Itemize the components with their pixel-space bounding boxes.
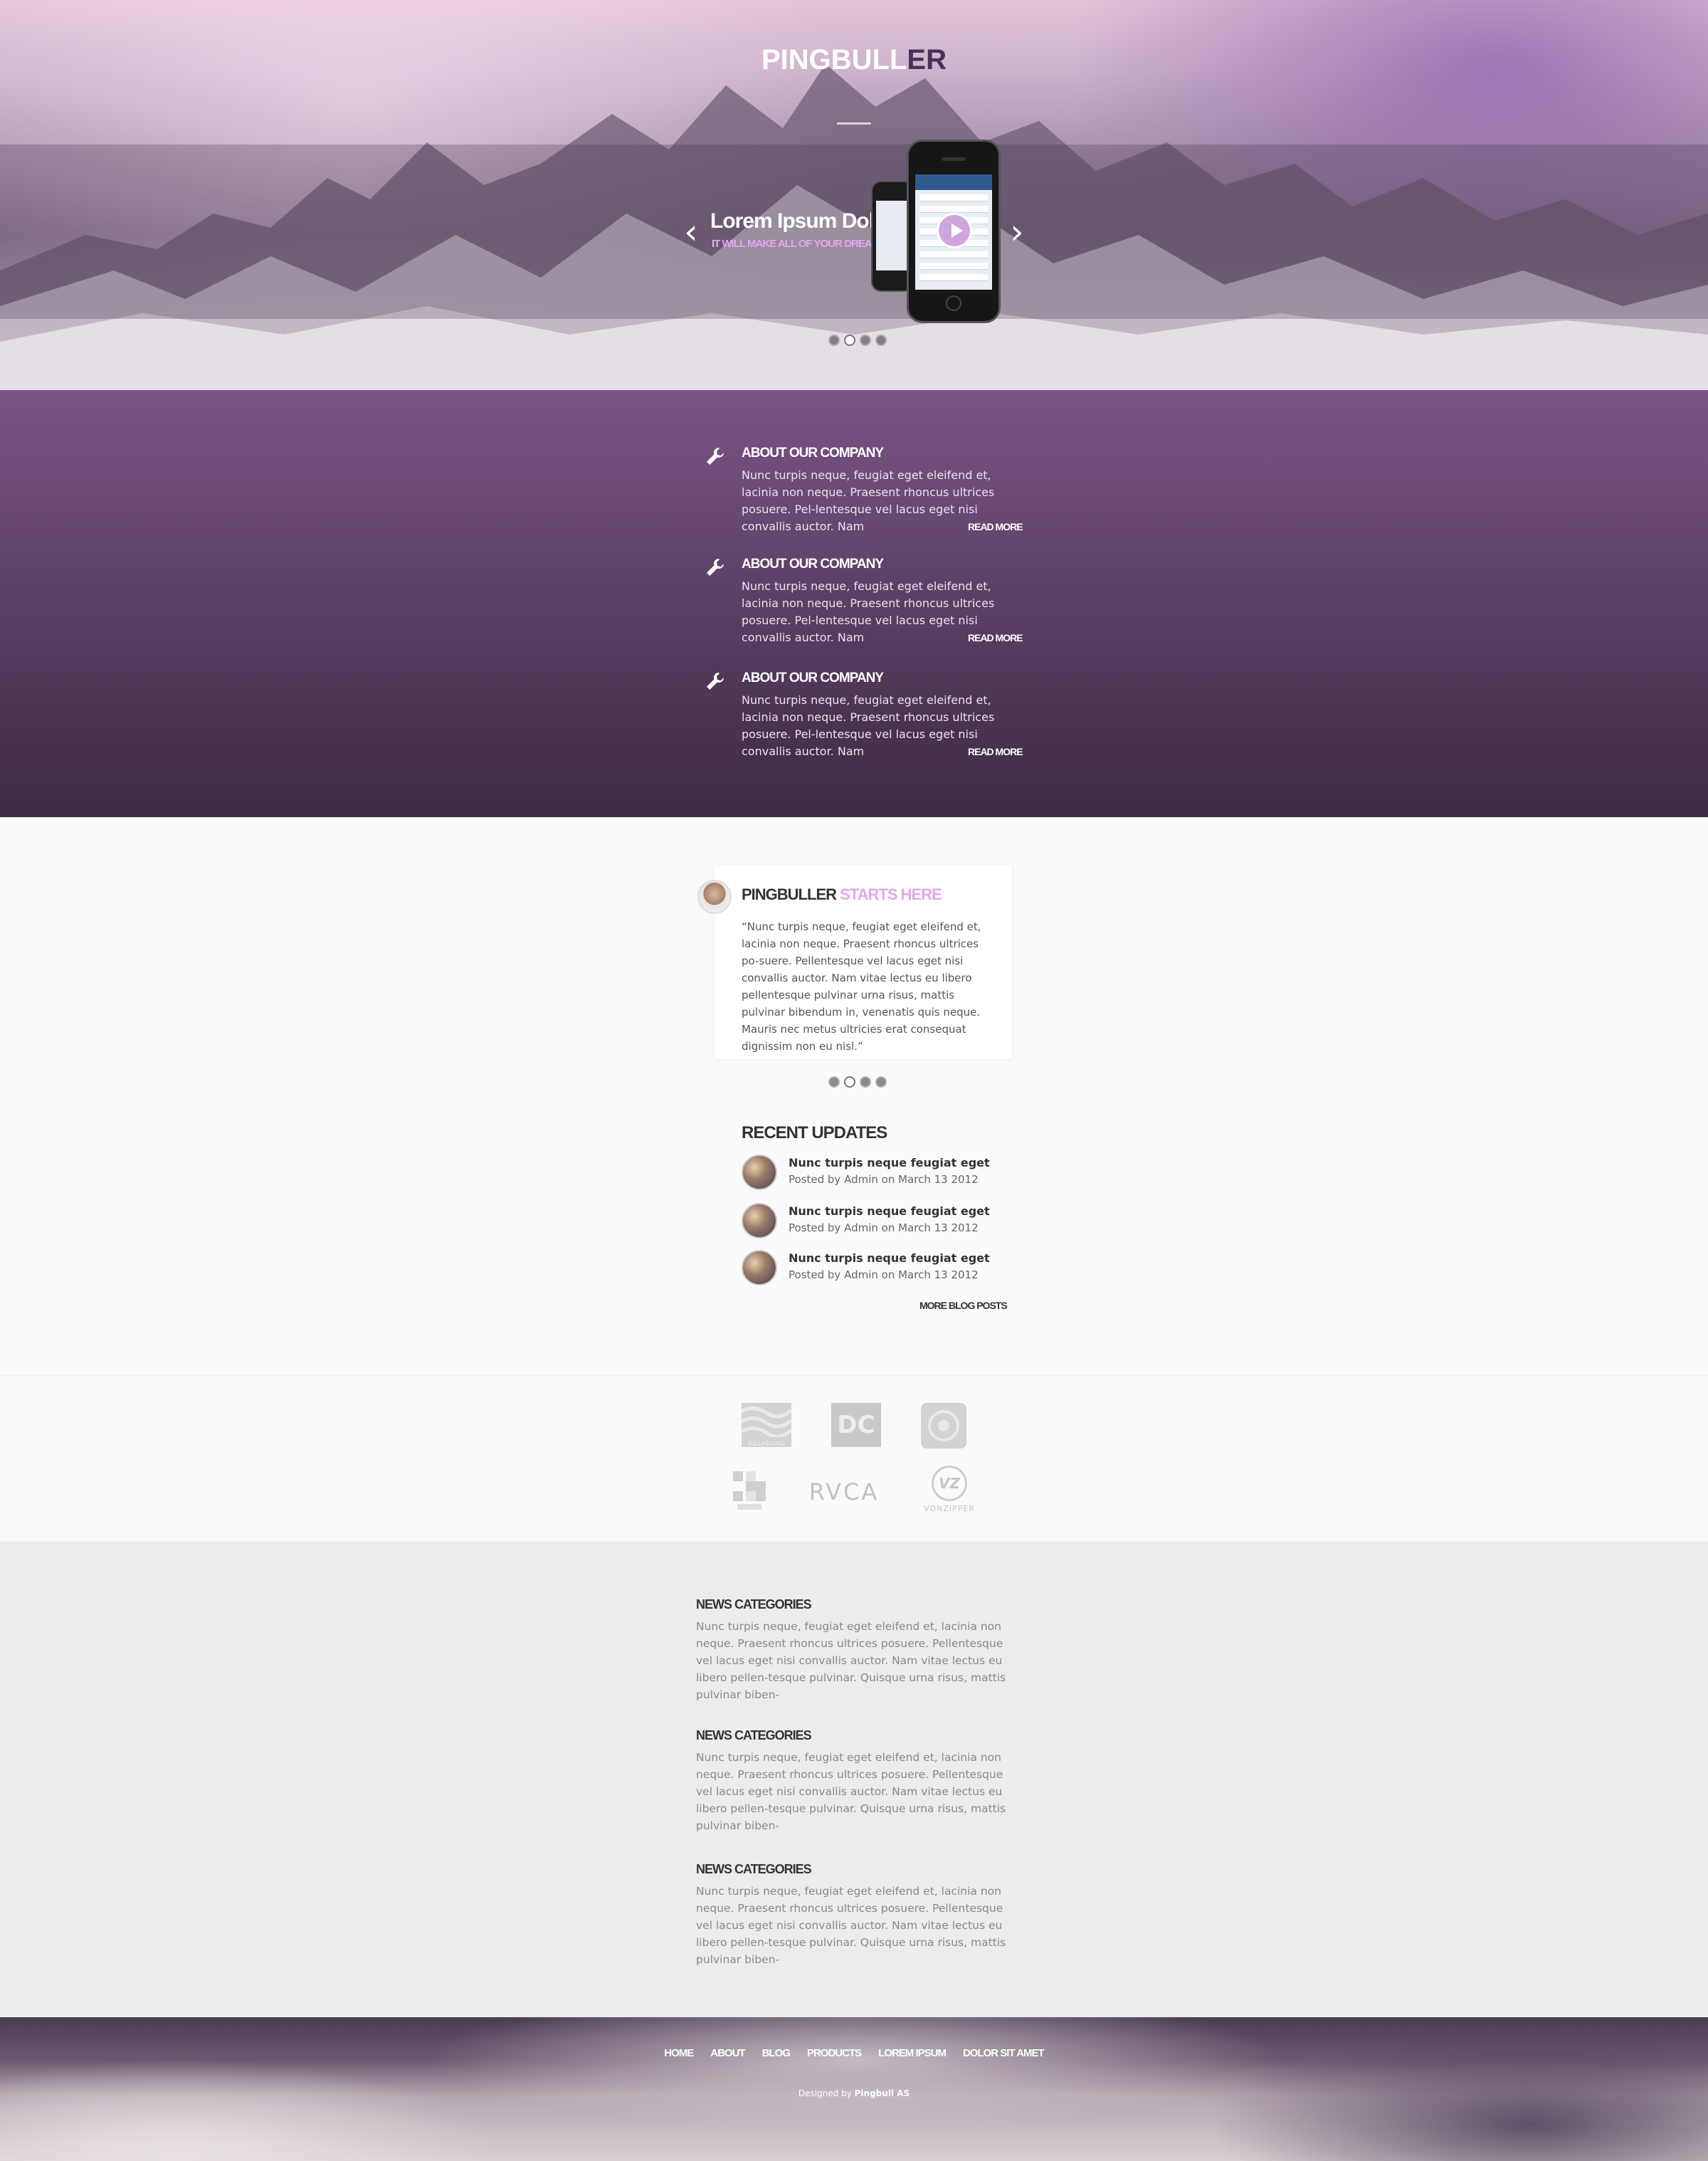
news-item: NEWS CATEGORIES Nunc turpis neque, feugia…: [696, 1728, 1016, 1834]
news-text: Nunc turpis neque, feugiat eget eleifend…: [696, 1885, 1006, 1966]
rvca-logo[interactable]: RVCA: [807, 1478, 881, 1505]
slider-pagination: [828, 335, 887, 346]
list-item[interactable]: Nunc turpis neque feugiat eget Posted by …: [742, 1250, 1026, 1288]
testimonial-title: PINGBULLER STARTS HERE: [742, 885, 942, 903]
slider-next-icon[interactable]: ›: [1006, 215, 1028, 249]
element-logo[interactable]: [921, 1403, 966, 1448]
news-item: NEWS CATEGORIES Nunc turpis neque, feugia…: [696, 1597, 1016, 1703]
feature-text: Nunc turpis neque, feugiat eget eleifend…: [742, 579, 995, 644]
wrench-icon: [707, 559, 724, 576]
post-meta: Posted by Admin on March 13 2012: [789, 1221, 979, 1234]
wrench-icon: [707, 673, 724, 690]
footer-credit: Designed by Pingbull AS: [798, 2088, 910, 2098]
slider-dot-4[interactable]: [875, 335, 887, 346]
testimonial-text: “Nunc turpis neque, feugiat eget eleifen…: [742, 920, 981, 1053]
nav-item-products[interactable]: PRODUCTS: [807, 2047, 862, 2059]
read-more-link[interactable]: READ MORE: [968, 632, 1023, 643]
testimonial-dot-2[interactable]: [844, 1076, 855, 1088]
nav-item-lorem-ipsum[interactable]: LOREM IPSUM: [878, 2047, 947, 2059]
news-title: NEWS CATEGORIES: [696, 1597, 812, 1611]
slider-dot-1[interactable]: [828, 335, 840, 346]
post-title[interactable]: Nunc turpis neque feugiat eget: [789, 1156, 990, 1169]
read-more-link[interactable]: READ MORE: [968, 746, 1023, 757]
slide-title: Lorem Ipsum Dolor: [710, 209, 895, 233]
vonzipper-logo[interactable]: VZ VONZIPPER: [921, 1466, 978, 1513]
news-item: NEWS CATEGORIES Nunc turpis neque, feugia…: [696, 1862, 1016, 1968]
post-thumbnail: [742, 1250, 777, 1285]
wrench-icon: [707, 448, 724, 465]
nav-item-blog[interactable]: BLOG: [762, 2047, 791, 2059]
list-item[interactable]: Nunc turpis neque feugiat eget Posted by …: [742, 1155, 1026, 1193]
feature-title: ABOUT OUR COMPANY: [742, 446, 884, 461]
nav-item-dolor-sit-amet[interactable]: DOLOR SIT AMET: [963, 2047, 1045, 2059]
feature-text: Nunc turpis neque, feugiat eget eleifend…: [742, 468, 995, 533]
more-blog-posts-link[interactable]: MORE BLOG POSTS: [919, 1300, 1008, 1311]
testimonial-pagination: [828, 1076, 887, 1088]
site-logo[interactable]: PINGBULLER: [0, 44, 1708, 76]
slider-dot-2[interactable]: [844, 335, 855, 346]
post-thumbnail: [742, 1203, 777, 1239]
footer-nav: HOME ABOUT BLOG PRODUCTS LOREM IPSUM DOLOR SI…: [0, 2047, 1708, 2059]
dc-logo[interactable]: DC: [831, 1403, 881, 1447]
logo-divider: [837, 122, 871, 125]
billabong-logo[interactable]: BILLABONG: [740, 1403, 793, 1448]
list-item[interactable]: Nunc turpis neque feugiat eget Posted by …: [742, 1203, 1026, 1241]
feature-text: Nunc turpis neque, feugiat eget eleifend…: [742, 693, 995, 758]
post-meta: Posted by Admin on March 13 2012: [789, 1173, 979, 1186]
recent-updates-title: RECENT UPDATES: [742, 1123, 887, 1142]
testimonial-dot-3[interactable]: [860, 1076, 871, 1088]
post-thumbnail: [742, 1155, 777, 1190]
feature-title: ABOUT OUR COMPANY: [742, 671, 884, 685]
phone-image: [907, 140, 1001, 323]
feature-title: ABOUT OUR COMPANY: [742, 557, 884, 572]
avatar: [697, 880, 732, 914]
slider-dot-3[interactable]: [860, 335, 871, 346]
hurley-logo[interactable]: [730, 1468, 769, 1514]
post-meta: Posted by Admin on March 13 2012: [789, 1268, 979, 1281]
play-icon[interactable]: [937, 213, 972, 248]
read-more-link[interactable]: READ MORE: [968, 521, 1023, 532]
post-title[interactable]: Nunc turpis neque feugiat eget: [789, 1251, 990, 1265]
slider-prev-icon[interactable]: ‹: [680, 215, 702, 249]
news-title: NEWS CATEGORIES: [696, 1862, 812, 1876]
news-text: Nunc turpis neque, feugiat eget eleifend…: [696, 1620, 1006, 1701]
nav-item-about[interactable]: ABOUT: [710, 2047, 745, 2059]
testimonial-dot-4[interactable]: [875, 1076, 887, 1088]
brands-section: BILLABONG DC RVCA VZ VONZIPPER: [0, 1375, 1708, 1542]
nav-item-home[interactable]: HOME: [664, 2047, 694, 2059]
post-title[interactable]: Nunc turpis neque feugiat eget: [789, 1204, 990, 1218]
testimonial-dot-1[interactable]: [828, 1076, 840, 1088]
news-text: Nunc turpis neque, feugiat eget eleifend…: [696, 1751, 1006, 1832]
news-title: NEWS CATEGORIES: [696, 1728, 812, 1742]
